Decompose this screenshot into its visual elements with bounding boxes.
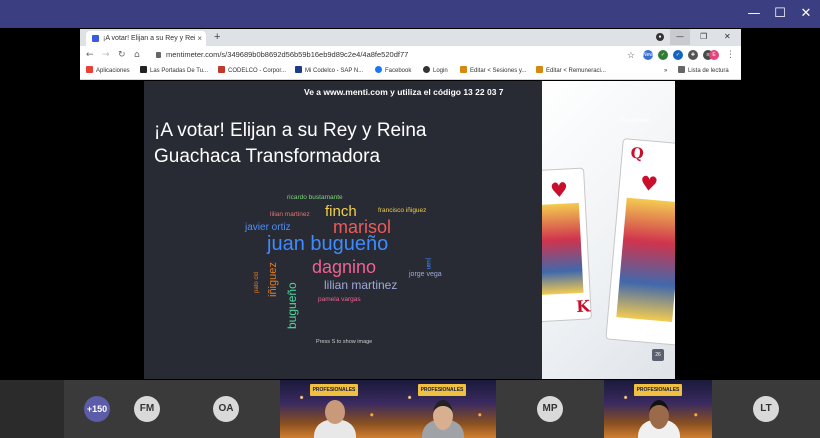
participant-tile[interactable]: OA — [172, 380, 280, 438]
cloud-word: juan — [425, 258, 431, 270]
lock-icon — [156, 52, 161, 58]
cloud-word: lilian martinez — [324, 278, 398, 292]
browser-menu-icon[interactable]: ⋮ — [726, 48, 735, 62]
person-head — [325, 400, 345, 424]
mentimeter-slide: Ve a www.menti.com y utiliza el código 1… — [144, 81, 542, 379]
participant-video[interactable]: PROFESIONALES — [604, 380, 712, 438]
bookmark-favicon-icon — [218, 66, 225, 73]
king-rank: K — [575, 296, 591, 317]
cloud-word: bugueño — [285, 282, 299, 329]
queen-rank: Q — [629, 143, 645, 163]
avatar: MP — [537, 396, 563, 422]
tab-close-icon[interactable]: × — [197, 31, 202, 46]
browser-window: ¡A votar! Elijan a su Rey y Reina G × + … — [80, 29, 741, 80]
bookmark-star-icon[interactable]: ☆ — [627, 48, 635, 62]
chat-counter-badge[interactable]: 26 — [652, 349, 664, 361]
bookmark-item[interactable]: Las Portadas De Tu... — [140, 64, 208, 79]
bookmark-favicon-icon — [536, 66, 543, 73]
bookmark-item[interactable]: Login — [423, 64, 448, 79]
participant-person — [638, 394, 680, 438]
avatar: LT — [753, 396, 779, 422]
cloud-word: pamela vargas — [318, 296, 361, 303]
bookmarks-more-icon[interactable]: » — [664, 64, 667, 79]
bookmark-item[interactable]: Mi Codelco - SAP N... — [295, 64, 363, 79]
facebook-icon — [375, 66, 382, 73]
mentimeter-favicon-icon — [92, 35, 99, 42]
heart-suit-icon: ♥ — [549, 177, 569, 203]
cloud-word: pato cid — [254, 271, 260, 293]
minimize-icon[interactable]: — — [744, 4, 764, 24]
tab-search-icon[interactable]: ● — [656, 33, 664, 41]
bookmark-item[interactable]: Editar < Sesiones y... — [460, 64, 526, 79]
browser-restore-icon[interactable]: ❐ — [700, 29, 707, 45]
navigation-bar: ← → ↻ ⌂ mentimeter.com/s/349689b0b8692d5… — [80, 46, 741, 64]
cloud-word: javier ortiz — [245, 222, 291, 233]
bookmark-favicon-icon — [140, 66, 147, 73]
bookmark-item[interactable]: Facebook — [375, 64, 411, 79]
new-tab-button[interactable]: + — [214, 30, 220, 45]
cloud-word: francisco iñiguez — [378, 207, 427, 214]
cloud-word: iñiguez — [267, 262, 279, 297]
bookmark-item[interactable]: Editar < Remuneraci... — [536, 64, 606, 79]
slide-title-line1: ¡A votar! Elijan a su Rey y Reina — [154, 120, 427, 141]
close-icon[interactable]: ✕ — [796, 4, 816, 24]
bookmark-item[interactable]: CODELCO - Corpor... — [218, 64, 286, 79]
join-instruction: Ve a www.menti.com y utiliza el código 1… — [304, 87, 504, 97]
slide-title: ¡A votar! Elijan a su Rey y Reina Guacha… — [154, 118, 534, 170]
participant-video[interactable]: PROFESIONALES — [280, 380, 388, 438]
extension-new-icon[interactable]: New — [643, 50, 653, 60]
address-bar[interactable]: mentimeter.com/s/349689b0b8692d56b59b16e… — [150, 48, 637, 62]
url-text[interactable]: mentimeter.com/s/349689b0b8692d56b59b16e… — [166, 48, 408, 62]
cloud-word: ricardo bustamante — [287, 194, 343, 201]
person-head — [649, 400, 669, 429]
heart-suit-icon: ♥ — [639, 170, 660, 197]
extension-check-icon[interactable]: ✓ — [673, 50, 683, 60]
browser-close-icon[interactable]: ✕ — [724, 29, 731, 45]
queen-card: Q ♥ — [605, 138, 675, 346]
tab-title: ¡A votar! Elijan a su Rey y Reina G — [103, 35, 195, 42]
home-icon[interactable]: ⌂ — [134, 48, 140, 62]
extensions-puzzle-icon[interactable]: ✚ — [688, 50, 698, 60]
bookmark-item[interactable]: Aplicaciones — [86, 64, 130, 79]
forward-icon[interactable]: → — [102, 48, 110, 62]
back-icon[interactable]: ← — [86, 48, 94, 62]
participant-person — [422, 394, 464, 438]
bookmarks-bar: Aplicaciones Las Portadas De Tu... CODEL… — [80, 64, 741, 79]
reading-list-icon — [678, 66, 685, 73]
reading-list-button[interactable]: Lista de lectura — [678, 64, 729, 79]
heart-card: ♥ K — [542, 167, 592, 323]
participant-video[interactable]: PROFESIONALES — [388, 380, 496, 438]
press-s-hint: Press S to show image — [316, 339, 373, 345]
participant-tile[interactable]: LT — [712, 380, 820, 438]
cloud-word: juan bugueño — [267, 233, 389, 255]
cloud-word: dagnino — [312, 257, 377, 277]
card-face-art — [542, 202, 584, 296]
globe-icon — [423, 66, 430, 73]
mentimeter-logo: Mentimeter — [620, 118, 651, 124]
tab-strip: ¡A votar! Elijan a su Rey y Reina G × + … — [80, 29, 741, 46]
avatar: OA — [213, 396, 239, 422]
bookmark-favicon-icon — [460, 66, 467, 73]
browser-tab[interactable]: ¡A votar! Elijan a su Rey y Reina G × — [86, 31, 206, 46]
cloud-word: lilian martinez — [270, 211, 310, 218]
slide-title-line2: Guachaca Transformadora — [154, 146, 381, 167]
playing-cards-image: Mentimeter ♥ K Q ♥ 26 — [542, 81, 675, 379]
person-head — [433, 400, 453, 430]
profile-avatar[interactable]: E — [709, 50, 719, 60]
participant-person — [314, 394, 356, 438]
more-participants-badge[interactable]: +150 — [84, 396, 110, 422]
avatar: FM — [134, 396, 160, 422]
apps-grid-icon — [86, 66, 93, 73]
reload-icon[interactable]: ↻ — [118, 48, 126, 62]
bookmark-favicon-icon — [295, 66, 302, 73]
participant-tile[interactable]: MP — [496, 380, 604, 438]
cloud-word: jorge vega — [409, 271, 442, 278]
maximize-icon[interactable]: ☐ — [770, 4, 790, 24]
window-titlebar: — ☐ ✕ — [0, 0, 820, 28]
card-face-art — [616, 197, 675, 323]
browser-minimize-icon[interactable]: — — [670, 29, 690, 45]
extension-shield-icon[interactable]: ✓ — [658, 50, 668, 60]
participant-tile[interactable]: +150 FM — [64, 380, 172, 438]
